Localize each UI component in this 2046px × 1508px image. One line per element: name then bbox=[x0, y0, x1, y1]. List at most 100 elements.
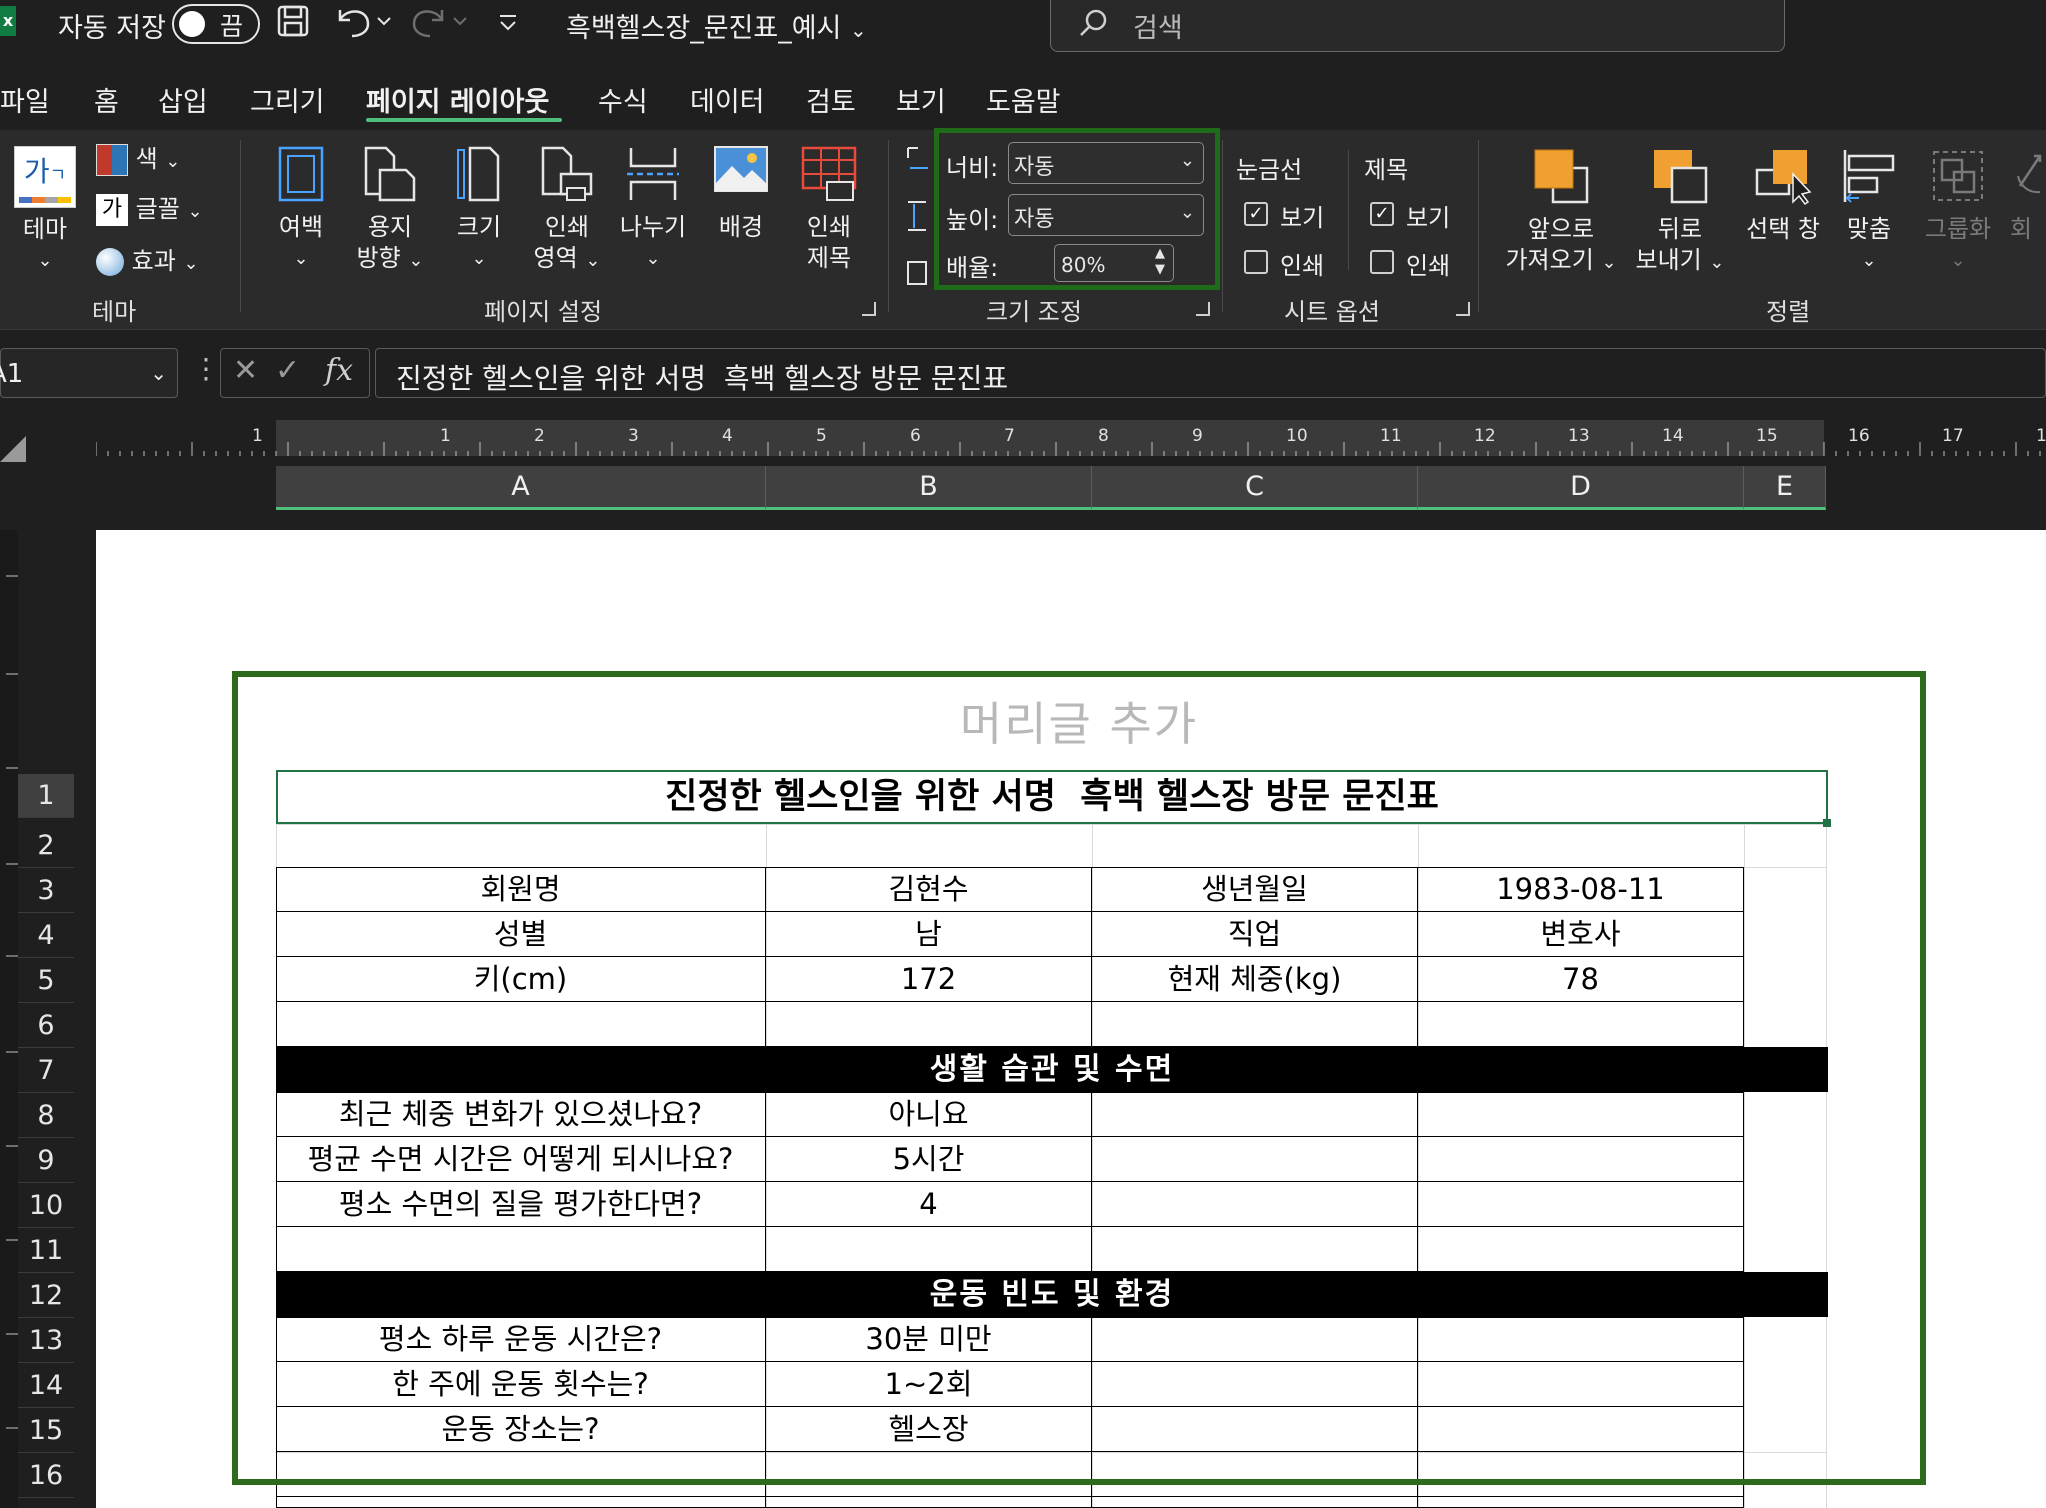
formula-input[interactable]: 진정한 헬스인을 위한 서명 흑백 헬스장 방문 문진표 bbox=[375, 348, 2046, 398]
chevron-down-icon: ⌄ bbox=[150, 361, 167, 385]
chevron-down-icon: ⌄ bbox=[1950, 250, 1966, 271]
tab-home[interactable]: 홈 bbox=[94, 80, 119, 119]
background-button[interactable]: 배경 bbox=[706, 144, 776, 243]
enter-icon[interactable]: ✓ bbox=[275, 353, 300, 388]
themes-button[interactable]: 가ㄱ 테마 ⌄ bbox=[10, 146, 80, 276]
ruler-number: 10 bbox=[1286, 426, 1308, 446]
scale-group-highlight bbox=[934, 128, 1220, 290]
formula-content: 진정한 헬스인을 위한 서명 흑백 헬스장 방문 문진표 bbox=[396, 362, 1009, 395]
column-header-d[interactable]: D bbox=[1418, 466, 1744, 510]
row-header[interactable]: 6 bbox=[18, 1004, 74, 1048]
row-header[interactable]: 2 bbox=[18, 824, 74, 868]
scale-launcher-icon[interactable] bbox=[1196, 302, 1210, 316]
tab-formulas[interactable]: 수식 bbox=[598, 80, 648, 119]
gridlines-print-checkbox[interactable] bbox=[1244, 250, 1268, 274]
row-header[interactable]: 16 bbox=[18, 1454, 74, 1498]
customize-qat-icon[interactable] bbox=[496, 4, 520, 44]
row-header[interactable]: 11 bbox=[18, 1229, 74, 1273]
send-backward-button[interactable]: 뒤로 보내기 ⌄ bbox=[1628, 146, 1732, 278]
rotate-label: 회 bbox=[2010, 215, 2033, 243]
tab-insert[interactable]: 삽입 bbox=[158, 80, 208, 119]
row-header[interactable]: 5 bbox=[18, 959, 74, 1003]
page-setup-launcher-icon[interactable] bbox=[862, 302, 876, 316]
orientation-button[interactable]: 용지 방향 ⌄ bbox=[350, 144, 430, 276]
tab-file[interactable]: 파일 bbox=[0, 80, 50, 119]
table-cell[interactable] bbox=[1092, 1497, 1418, 1508]
row-header[interactable]: 8 bbox=[18, 1094, 74, 1138]
colors-button[interactable]: 색 ⌄ bbox=[96, 144, 180, 177]
tab-review[interactable]: 검토 bbox=[806, 80, 856, 119]
print-area-button[interactable]: 인쇄 영역 ⌄ bbox=[530, 144, 604, 276]
autosave-label: 자동 저장 bbox=[58, 13, 166, 44]
row-header[interactable]: 13 bbox=[18, 1319, 74, 1363]
chevron-down-icon: ⌄ bbox=[645, 248, 661, 269]
column-header-c[interactable]: C bbox=[1092, 466, 1418, 510]
selection-pane-icon bbox=[1755, 150, 1812, 206]
table-cell[interactable] bbox=[276, 1497, 766, 1508]
insert-function-icon[interactable]: fx bbox=[325, 353, 353, 388]
rotate-icon bbox=[2017, 154, 2042, 194]
table-cell[interactable] bbox=[1418, 1497, 1744, 1508]
row-header[interactable]: 15 bbox=[18, 1409, 74, 1453]
formula-buttons: ✕ ✓ fx bbox=[220, 348, 370, 398]
tab-draw[interactable]: 그리기 bbox=[250, 80, 325, 119]
name-box[interactable]: A1 ⌄ bbox=[0, 348, 178, 398]
row-header[interactable]: 4 bbox=[18, 914, 74, 958]
more-options-icon[interactable]: ⋮ bbox=[192, 352, 220, 385]
document-title[interactable]: 흑백헬스장_문진표_예시 ⌄ bbox=[566, 6, 867, 45]
size-label: 크기 bbox=[456, 213, 502, 241]
group-separator bbox=[1222, 140, 1223, 312]
chevron-down-icon: ⌄ bbox=[1709, 252, 1725, 273]
colors-label: 색 bbox=[135, 145, 158, 173]
tab-data[interactable]: 데이터 bbox=[690, 80, 765, 119]
search-placeholder: 검색 bbox=[1133, 13, 1183, 44]
ruler-number: 6 bbox=[910, 426, 921, 446]
tab-view[interactable]: 보기 bbox=[896, 80, 946, 119]
row-header[interactable]: 7 bbox=[18, 1049, 74, 1093]
page-header-highlight: 머리글 추가 bbox=[232, 671, 1926, 1485]
row-header[interactable]: 10 bbox=[18, 1184, 74, 1228]
effects-button[interactable]: 효과 ⌄ bbox=[96, 246, 199, 279]
tab-help[interactable]: 도움말 bbox=[986, 80, 1061, 119]
row-header[interactable]: 1 bbox=[18, 774, 74, 818]
group-separator bbox=[240, 140, 241, 312]
print-titles-button[interactable]: 인쇄 제목 bbox=[794, 144, 864, 274]
margins-button[interactable]: 여백 ⌄ bbox=[266, 144, 336, 274]
left-margin-strip bbox=[0, 530, 18, 1508]
bring-forward-button[interactable]: 앞으로 가져오기 ⌄ bbox=[1496, 146, 1626, 278]
fonts-button[interactable]: 가 글꼴 ⌄ bbox=[96, 194, 203, 227]
headings-print-checkbox[interactable] bbox=[1370, 250, 1394, 274]
gridlines-view-checkbox[interactable]: ✓ bbox=[1244, 202, 1268, 226]
column-header-e[interactable]: E bbox=[1744, 466, 1826, 510]
ruler-number: 4 bbox=[722, 426, 733, 446]
ruler-number: 3 bbox=[628, 426, 639, 446]
table-cell[interactable] bbox=[766, 1497, 1092, 1508]
cancel-icon[interactable]: ✕ bbox=[233, 353, 258, 388]
undo-icon[interactable] bbox=[334, 4, 396, 44]
send-backward-icon bbox=[1654, 150, 1708, 204]
size-button[interactable]: 크기 ⌄ bbox=[444, 144, 514, 274]
row-header[interactable]: 12 bbox=[18, 1274, 74, 1318]
sheet-options-launcher-icon[interactable] bbox=[1456, 302, 1470, 316]
ruler-number: 1 bbox=[252, 426, 263, 446]
row-header[interactable]: 3 bbox=[18, 869, 74, 913]
headings-view-checkbox[interactable]: ✓ bbox=[1370, 202, 1394, 226]
effects-icon bbox=[96, 248, 124, 276]
tab-page-layout[interactable]: 페이지 레이아웃 bbox=[366, 80, 549, 119]
select-all-corner[interactable] bbox=[0, 436, 26, 462]
search-box[interactable]: 검색 bbox=[1050, 0, 1785, 52]
save-icon[interactable] bbox=[276, 4, 310, 44]
print-titles-label-2: 제목 bbox=[806, 244, 852, 272]
column-header-b[interactable]: B bbox=[766, 466, 1092, 510]
selection-pane-button[interactable]: 선택 창 bbox=[1738, 146, 1828, 245]
row-header[interactable]: 9 bbox=[18, 1139, 74, 1183]
breaks-button[interactable]: 나누기 ⌄ bbox=[616, 144, 690, 274]
toggle-knob bbox=[179, 11, 205, 37]
header-placeholder[interactable]: 머리글 추가 bbox=[238, 688, 1920, 754]
align-button[interactable]: 맞춤 ⌄ bbox=[1834, 146, 1904, 276]
headings-print-label: 인쇄 bbox=[1406, 252, 1451, 280]
autosave-toggle[interactable]: 끔 bbox=[172, 4, 260, 44]
row-header[interactable]: 14 bbox=[18, 1364, 74, 1408]
column-header-a[interactable]: A bbox=[276, 466, 766, 510]
breaks-label: 나누기 bbox=[619, 213, 687, 241]
